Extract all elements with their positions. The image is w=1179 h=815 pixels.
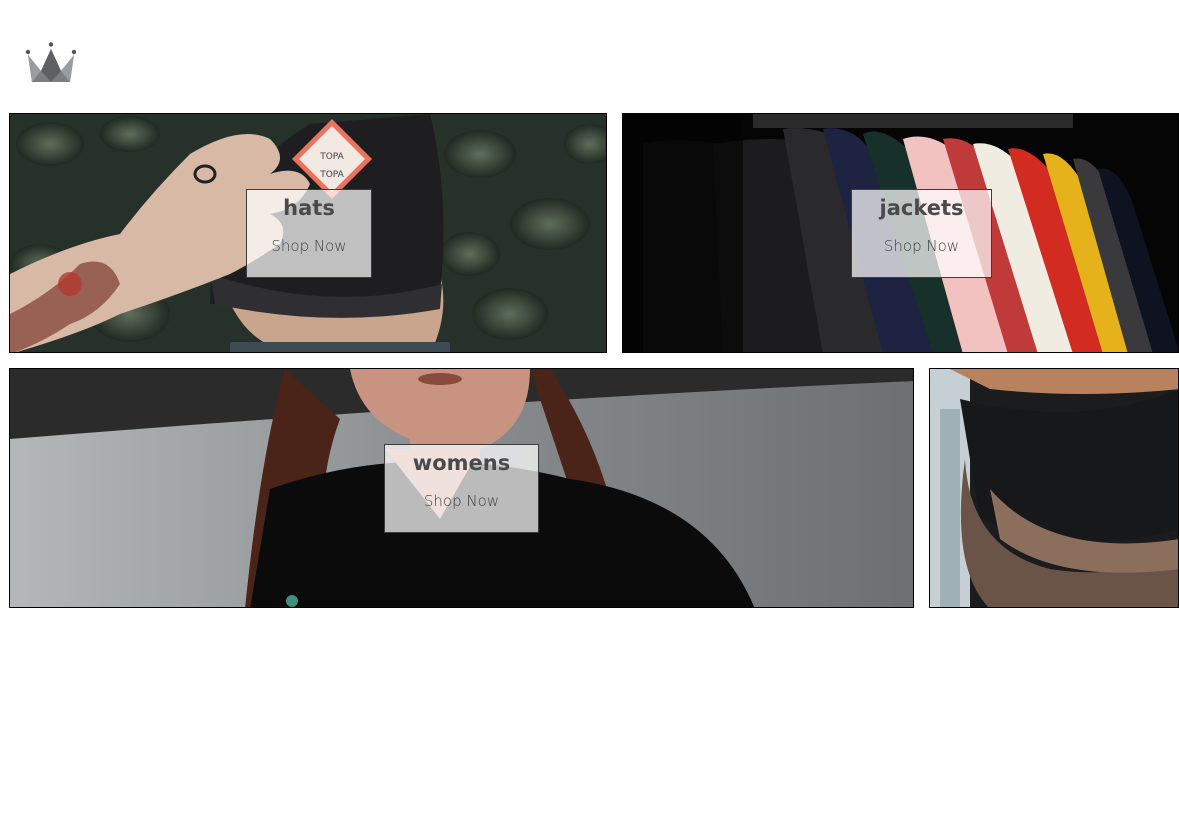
shop-now-jackets[interactable]: Shop Now [852, 237, 991, 255]
category-card-womens[interactable]: womens Shop Now [9, 368, 914, 608]
svg-text:TOPA: TOPA [319, 152, 344, 162]
shop-now-hats[interactable]: Shop Now [247, 237, 371, 255]
svg-text:TOPA: TOPA [319, 170, 344, 180]
category-title-hats: hats [283, 196, 335, 220]
page: TOPA TOPA hats Shop Now jackets Shop Now… [0, 0, 1179, 815]
crown-logo-link[interactable] [24, 40, 78, 84]
jackets-label-box[interactable]: jackets Shop Now [851, 189, 992, 278]
womens-label-box[interactable]: womens Shop Now [384, 444, 539, 533]
category-title-womens: womens [412, 451, 511, 475]
category-title-jackets: jackets [879, 196, 964, 220]
category-card-hats[interactable]: TOPA TOPA hats Shop Now [9, 113, 607, 353]
hats-label-box[interactable]: hats Shop Now [246, 189, 372, 278]
partial-background-image [930, 369, 1178, 607]
category-card-partial[interactable] [929, 368, 1179, 608]
shop-now-womens[interactable]: Shop Now [385, 492, 538, 510]
category-card-jackets[interactable]: jackets Shop Now [622, 113, 1179, 353]
crown-icon [25, 42, 77, 82]
